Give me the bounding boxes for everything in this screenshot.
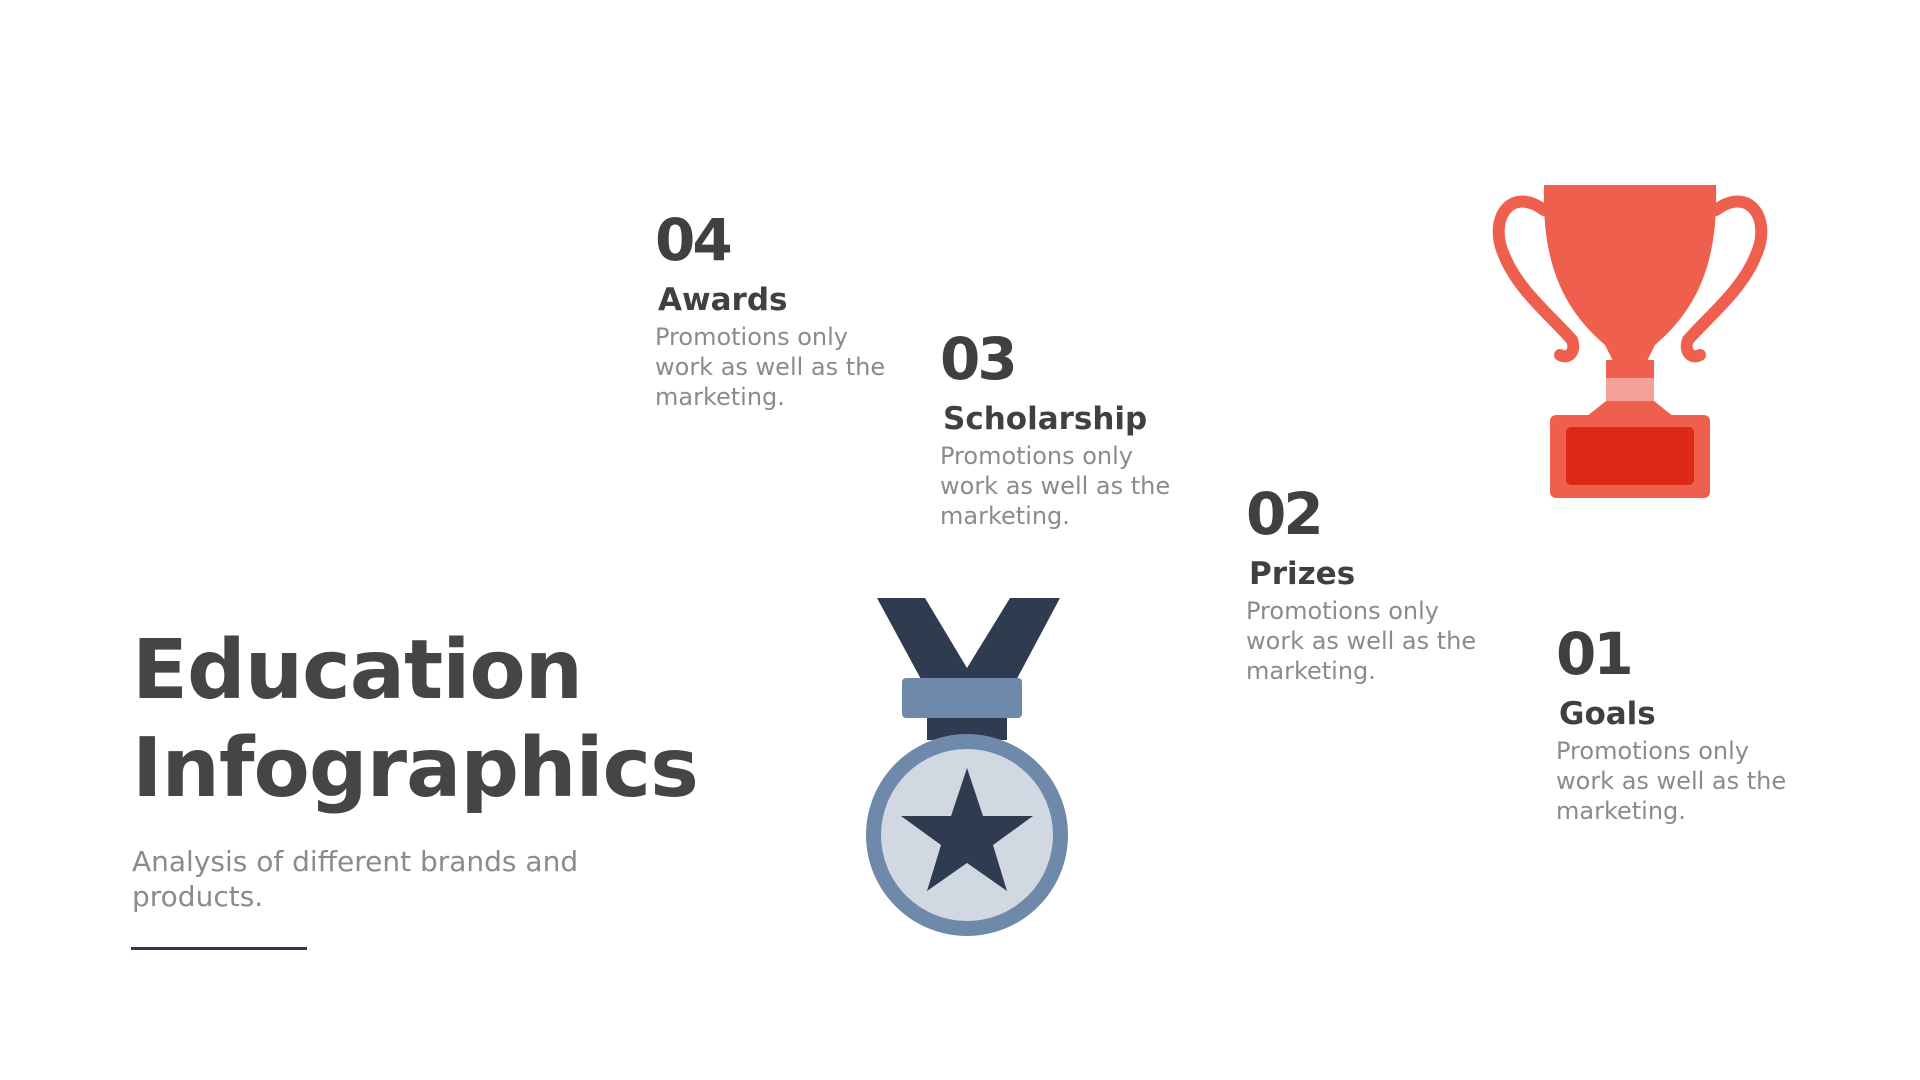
- step-prizes: 02 Prizes Promotions only work as well a…: [1246, 484, 1496, 686]
- step-number: 03: [940, 325, 1018, 393]
- step-label: Prizes: [1249, 556, 1356, 592]
- subtitle: Analysis of different brands and product…: [132, 845, 579, 913]
- step-scholarship: 03 Scholarship Promotions only work as w…: [940, 329, 1190, 531]
- trophy-icon: [1492, 185, 1768, 498]
- step-awards: 04 Awards Promotions only work as well a…: [655, 210, 905, 412]
- step-number: 01: [1556, 620, 1634, 688]
- title-line-2: Infographics: [132, 721, 699, 816]
- title-line-1: Education: [132, 623, 583, 718]
- title-divider: [131, 947, 307, 950]
- step-number: 04: [655, 206, 733, 274]
- step-description: Promotions only work as well as the mark…: [1556, 737, 1787, 825]
- step-goals: 01 Goals Promotions only work as well as…: [1556, 624, 1806, 826]
- step-description: Promotions only work as well as the mark…: [1246, 597, 1477, 685]
- step-label: Goals: [1559, 696, 1656, 732]
- step-label: Awards: [658, 282, 788, 318]
- step-number: 02: [1246, 480, 1324, 548]
- step-description: Promotions only work as well as the mark…: [940, 442, 1171, 530]
- step-label: Scholarship: [943, 401, 1148, 437]
- step-description: Promotions only work as well as the mark…: [655, 323, 886, 411]
- medal-icon: [866, 598, 1068, 936]
- page-title: Education Infographics: [132, 622, 699, 818]
- title-block: Education Infographics Analysis of diffe…: [132, 622, 699, 914]
